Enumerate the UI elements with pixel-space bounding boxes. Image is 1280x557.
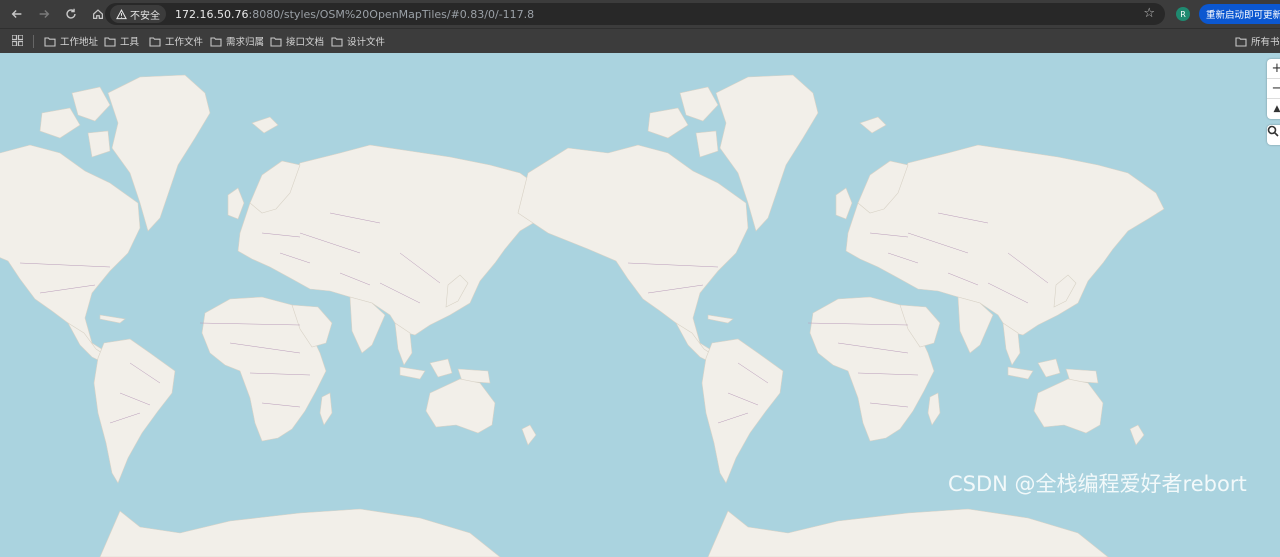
bookmarks-divider bbox=[33, 35, 34, 48]
reload-icon bbox=[66, 8, 76, 19]
bookmarks-bar: 工作地址 工具 工作文件 需求归属 接口文档 设计文件 所有书签 bbox=[0, 28, 1280, 53]
folder-icon bbox=[210, 36, 222, 47]
bookmark-label: 工作文件 bbox=[165, 37, 204, 48]
profile-avatar[interactable]: R bbox=[1176, 7, 1190, 21]
map-search-button[interactable] bbox=[1267, 125, 1280, 145]
zoom-out-button[interactable]: − bbox=[1267, 79, 1280, 99]
all-bookmarks-folder[interactable]: 所有书签 bbox=[1235, 34, 1280, 48]
reload-button[interactable] bbox=[59, 2, 83, 26]
folder-icon bbox=[44, 36, 56, 47]
folder-icon bbox=[1235, 36, 1247, 47]
bookmark-star-icon[interactable]: ☆ bbox=[1143, 6, 1155, 21]
url-host: 172.16.50.76 bbox=[175, 7, 249, 21]
bookmark-label: 接口文档 bbox=[286, 37, 325, 48]
warning-icon bbox=[116, 8, 127, 19]
search-icon bbox=[1267, 125, 1279, 137]
bookmark-folder[interactable]: 工具 bbox=[104, 34, 139, 48]
bookmark-label: 工作地址 bbox=[60, 37, 99, 48]
world-copy-1 bbox=[0, 74, 557, 557]
watermark: CSDN @全栈编程爱好者rebort bbox=[948, 472, 1247, 496]
arrow-left-icon bbox=[11, 10, 22, 18]
folder-icon bbox=[270, 36, 282, 47]
update-button[interactable]: 重新启动即可更新 bbox=[1199, 4, 1280, 24]
address-bar[interactable]: 不安全 172.16.50.76:8080/styles/OSM%20OpenM… bbox=[105, 3, 1165, 25]
security-label: 不安全 bbox=[130, 10, 160, 22]
bookmark-label: 工具 bbox=[120, 37, 140, 48]
bookmark-folder[interactable]: 工作文件 bbox=[149, 34, 203, 48]
bookmark-label: 设计文件 bbox=[347, 37, 386, 48]
back-button[interactable] bbox=[5, 2, 29, 26]
folder-icon bbox=[149, 36, 161, 47]
bookmark-folder[interactable]: 需求归属 bbox=[210, 34, 264, 48]
security-indicator[interactable]: 不安全 bbox=[110, 5, 166, 23]
bookmark-label: 需求归属 bbox=[226, 37, 265, 48]
arrow-right-icon bbox=[39, 10, 50, 18]
apps-grid-icon[interactable] bbox=[12, 35, 23, 46]
navigation-control: + − ▲ bbox=[1267, 59, 1280, 119]
folder-icon bbox=[331, 36, 343, 47]
bookmark-folder[interactable]: 设计文件 bbox=[331, 34, 385, 48]
bookmark-folder[interactable]: 接口文档 bbox=[270, 34, 324, 48]
bookmark-folder[interactable]: 工作地址 bbox=[44, 34, 98, 48]
forward-button[interactable] bbox=[32, 2, 56, 26]
zoom-in-button[interactable]: + bbox=[1267, 59, 1280, 79]
home-icon bbox=[93, 9, 103, 19]
folder-icon bbox=[104, 36, 116, 47]
browser-toolbar: 不安全 172.16.50.76:8080/styles/OSM%20OpenM… bbox=[0, 0, 1280, 28]
compass-button[interactable]: ▲ bbox=[1267, 99, 1280, 119]
all-bookmarks-label: 所有书签 bbox=[1251, 37, 1280, 48]
url-path: :8080/styles/OSM%20OpenMapTiles/#0.83/0/… bbox=[248, 7, 535, 21]
